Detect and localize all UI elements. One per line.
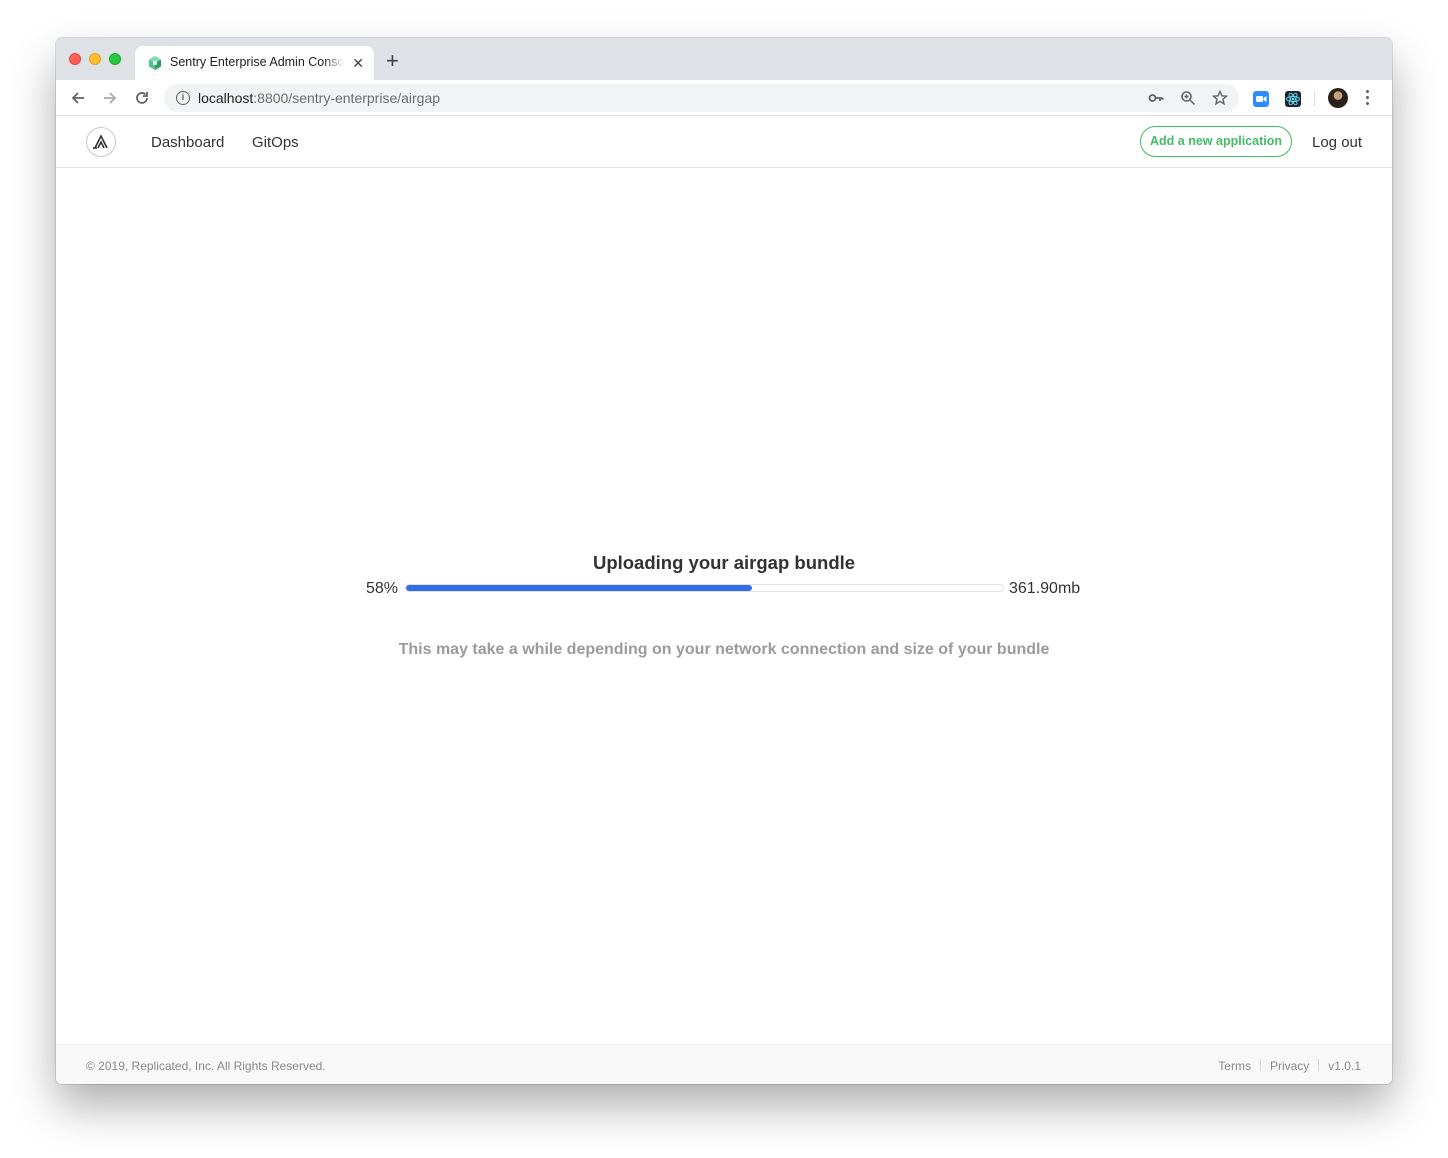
tab-close-icon[interactable]: ✕ bbox=[352, 55, 364, 71]
add-application-button[interactable]: Add a new application bbox=[1140, 126, 1292, 157]
replicated-cube-icon bbox=[149, 56, 161, 70]
forward-icon[interactable] bbox=[101, 89, 119, 107]
upload-progress-fill bbox=[406, 585, 753, 591]
upload-note: This may take a while depending on your … bbox=[398, 641, 1050, 658]
footer: © 2019, Replicated, Inc. All Rights Rese… bbox=[56, 1044, 1392, 1084]
back-icon[interactable] bbox=[69, 89, 87, 107]
tab-title: Sentry Enterprise Admin Console bbox=[170, 55, 345, 69]
footer-links: Terms Privacy v1.0.1 bbox=[1218, 1059, 1361, 1073]
new-tab-icon[interactable]: + bbox=[386, 50, 399, 72]
browser-tab-active[interactable]: Sentry Enterprise Admin Console ✕ bbox=[135, 46, 374, 80]
version-label: v1.0.1 bbox=[1328, 1059, 1361, 1073]
upload-progress-bar bbox=[405, 584, 1004, 592]
key-icon[interactable] bbox=[1148, 90, 1164, 106]
star-icon[interactable] bbox=[1212, 90, 1228, 106]
nav-gitops[interactable]: GitOps bbox=[252, 134, 299, 151]
url-text[interactable]: localhost:8800/sentry-enterprise/airgap bbox=[198, 90, 440, 106]
zoom-icon[interactable] bbox=[1180, 90, 1196, 106]
upload-percent: 58% bbox=[366, 580, 399, 597]
close-window-button[interactable] bbox=[69, 53, 81, 65]
minimize-window-button[interactable] bbox=[89, 53, 101, 65]
tab-strip: Sentry Enterprise Admin Console ✕ + bbox=[56, 38, 1392, 80]
copyright-text: © 2019, Replicated, Inc. All Rights Rese… bbox=[86, 1059, 326, 1073]
footer-divider bbox=[1259, 1059, 1261, 1071]
reload-icon[interactable] bbox=[133, 89, 151, 107]
footer-divider bbox=[1318, 1059, 1320, 1071]
react-extension-icon[interactable] bbox=[1285, 91, 1301, 107]
logout-link[interactable]: Log out bbox=[1312, 134, 1362, 151]
nav-dashboard[interactable]: Dashboard bbox=[151, 134, 224, 151]
upload-size: 361.90mb bbox=[1009, 580, 1081, 597]
upload-title: Uploading your airgap bundle bbox=[592, 552, 856, 573]
maximize-window-button[interactable] bbox=[109, 53, 121, 65]
sentry-logo-icon[interactable] bbox=[86, 127, 116, 157]
address-bar[interactable]: i localhost:8800/sentry-enterprise/airga… bbox=[164, 84, 1239, 112]
browser-window: Sentry Enterprise Admin Console ✕ + i lo… bbox=[56, 38, 1392, 1084]
info-icon[interactable]: i bbox=[176, 91, 190, 105]
zoom-extension-icon[interactable] bbox=[1253, 91, 1269, 107]
url-host: localhost bbox=[198, 90, 254, 106]
url-path: :8800/sentry-enterprise/airgap bbox=[253, 90, 441, 106]
browser-toolbar: i localhost:8800/sentry-enterprise/airga… bbox=[56, 80, 1392, 116]
profile-avatar[interactable] bbox=[1328, 88, 1348, 108]
app-header: Dashboard GitOps Add a new application L… bbox=[56, 117, 1392, 168]
menu-kebab-icon[interactable] bbox=[1366, 90, 1370, 106]
terms-link[interactable]: Terms bbox=[1218, 1059, 1251, 1073]
toolbar-divider bbox=[1314, 90, 1315, 106]
privacy-link[interactable]: Privacy bbox=[1270, 1059, 1309, 1073]
